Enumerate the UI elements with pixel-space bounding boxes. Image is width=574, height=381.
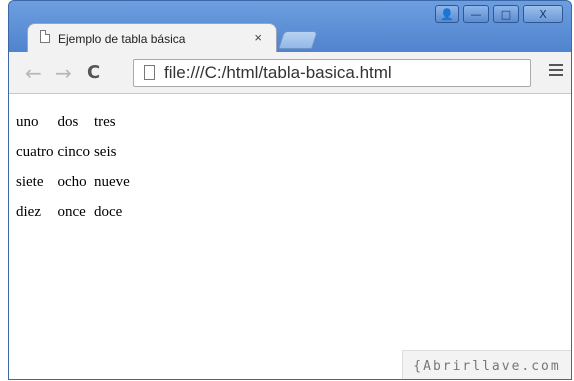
title-bar: 👤 — □ X Ejemplo de tabla básica × bbox=[9, 1, 571, 53]
user-profile-button[interactable]: 👤 bbox=[435, 5, 459, 23]
menu-icon[interactable] bbox=[549, 64, 563, 79]
back-arrow-icon[interactable]: ← bbox=[25, 61, 42, 85]
table-row: uno dos tres bbox=[15, 108, 131, 136]
table-row: siete ocho nueve bbox=[15, 168, 131, 196]
table-cell: seis bbox=[93, 143, 117, 160]
table-cell: dos bbox=[57, 113, 79, 130]
table-cell: once bbox=[57, 203, 86, 220]
table-cell: ocho bbox=[57, 173, 87, 190]
table-cell: siete bbox=[16, 173, 44, 190]
table-row: cuatro cinco seis bbox=[15, 138, 131, 166]
table-cell: diez bbox=[16, 203, 41, 220]
tab-title: Ejemplo de tabla básica bbox=[58, 32, 186, 46]
tab-close-icon[interactable]: × bbox=[254, 30, 262, 45]
table-cell: uno bbox=[16, 113, 39, 130]
minimize-button[interactable]: — bbox=[463, 5, 489, 23]
table-cell: tres bbox=[93, 113, 116, 130]
page-icon bbox=[144, 65, 155, 80]
url-text[interactable]: file:///C:/html/tabla-basica.html bbox=[164, 63, 392, 83]
table-cell: cuatro bbox=[16, 143, 54, 160]
reload-icon[interactable]: C bbox=[87, 62, 100, 83]
tab-active[interactable]: Ejemplo de tabla básica × bbox=[27, 23, 277, 53]
page-content: uno dos tres cuatro cinco seis siete och… bbox=[9, 94, 571, 379]
table-cell: nueve bbox=[93, 173, 130, 190]
basic-table: uno dos tres cuatro cinco seis siete och… bbox=[13, 106, 133, 228]
new-tab-button[interactable] bbox=[278, 31, 318, 49]
table-cell: cinco bbox=[57, 143, 90, 160]
table-cell: doce bbox=[93, 203, 123, 220]
browser-toolbar: ← → C file:///C:/html/tabla-basica.html bbox=[9, 52, 571, 94]
maximize-button[interactable]: □ bbox=[493, 5, 519, 23]
close-window-button[interactable]: X bbox=[523, 5, 563, 23]
address-bar[interactable]: file:///C:/html/tabla-basica.html bbox=[133, 59, 531, 87]
browser-window: 👤 — □ X Ejemplo de tabla básica × ← → C … bbox=[8, 0, 572, 380]
watermark: {Abrirllave.com bbox=[402, 350, 571, 379]
table-row: diez once doce bbox=[15, 198, 131, 226]
forward-arrow-icon[interactable]: → bbox=[55, 61, 72, 85]
document-icon bbox=[40, 30, 50, 43]
window-controls: 👤 — □ X bbox=[435, 5, 563, 23]
